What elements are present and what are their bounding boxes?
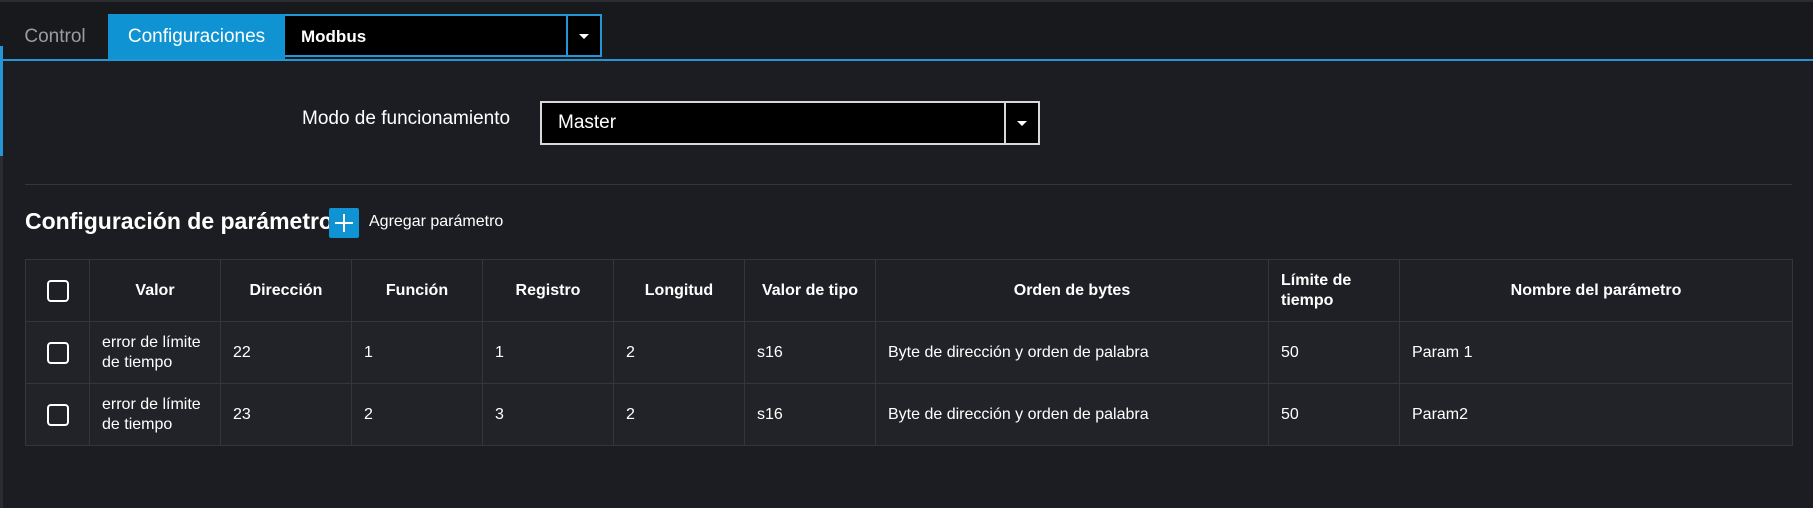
select-all-checkbox[interactable]	[46, 279, 69, 302]
left-edge-bar	[0, 156, 3, 508]
header-longitud[interactable]: Longitud	[613, 259, 745, 322]
tab-configuraciones[interactable]: Configuraciones	[108, 14, 285, 59]
params-section-title: Configuración de parámetros	[25, 208, 346, 234]
row-select-cell	[25, 321, 90, 384]
mode-select-value: Master	[558, 112, 617, 133]
cell-orden-bytes: Byte de dirección y orden de palabra	[875, 321, 1269, 384]
select-all-cell	[25, 259, 90, 322]
cell-valor-tipo: s16	[744, 321, 876, 384]
table-row[interactable]: error de límite de tiempo 23 2 3 2 s16 By…	[25, 383, 1793, 446]
cell-valor-line1: error de límite	[102, 395, 201, 413]
header-limite-tiempo[interactable]: Límite de tiempo	[1268, 259, 1400, 322]
add-parameter-label[interactable]: Agregar parámetro	[369, 213, 503, 231]
row-checkbox[interactable]	[46, 341, 69, 364]
row-select-cell	[25, 383, 90, 446]
cell-longitud: 2	[613, 321, 745, 384]
tab-control[interactable]: Control	[10, 14, 100, 59]
cell-registro: 1	[482, 321, 614, 384]
header-orden-bytes[interactable]: Orden de bytes	[875, 259, 1269, 322]
top-border	[0, 0, 1813, 2]
mode-select[interactable]: Master	[540, 101, 1040, 145]
cell-registro: 3	[482, 383, 614, 446]
header-valor[interactable]: Valor	[89, 259, 221, 322]
header-direccion[interactable]: Dirección	[220, 259, 352, 322]
header-funcion[interactable]: Función	[351, 259, 483, 322]
cell-nombre: Param2	[1399, 383, 1793, 446]
cell-valor-line1: error de límite	[102, 333, 201, 351]
cell-orden-bytes: Byte de dirección y orden de palabra	[875, 383, 1269, 446]
caret-down-icon	[579, 34, 589, 39]
cell-limite: 50	[1268, 383, 1400, 446]
plus-icon	[335, 214, 353, 232]
header-nombre[interactable]: Nombre del parámetro	[1399, 259, 1793, 322]
params-table: Valor Dirección Función Registro Longitu…	[25, 259, 1793, 446]
mode-dropdown-button[interactable]	[1004, 103, 1038, 143]
section-divider	[25, 184, 1792, 185]
cell-valor: error de límite de tiempo	[89, 321, 221, 384]
cell-valor-line2: de tiempo	[102, 353, 173, 371]
table-row[interactable]: error de límite de tiempo 22 1 1 2 s16 By…	[25, 321, 1793, 384]
header-limite-line2: tiempo	[1281, 291, 1334, 309]
top-tab-bar: Control Configuraciones Modbus	[0, 0, 1813, 61]
cell-longitud: 2	[613, 383, 745, 446]
cell-funcion: 1	[351, 321, 483, 384]
protocol-select-value: Modbus	[301, 27, 367, 46]
protocol-select[interactable]: Modbus	[285, 14, 602, 57]
cell-nombre: Param 1	[1399, 321, 1793, 384]
row-checkbox[interactable]	[46, 403, 69, 426]
protocol-dropdown-button[interactable]	[566, 16, 600, 57]
cell-valor-line2: de tiempo	[102, 415, 173, 433]
cell-valor-tipo: s16	[744, 383, 876, 446]
header-valor-tipo[interactable]: Valor de tipo	[744, 259, 876, 322]
table-header-row: Valor Dirección Función Registro Longitu…	[25, 259, 1793, 322]
cell-funcion: 2	[351, 383, 483, 446]
add-parameter-button[interactable]	[329, 208, 359, 238]
header-registro[interactable]: Registro	[482, 259, 614, 322]
cell-direccion: 23	[220, 383, 352, 446]
mode-label: Modo de funcionamiento	[302, 108, 511, 129]
cell-valor: error de límite de tiempo	[89, 383, 221, 446]
caret-down-icon	[1017, 120, 1027, 126]
cell-limite: 50	[1268, 321, 1400, 384]
left-accent-bar	[0, 46, 3, 156]
cell-direccion: 22	[220, 321, 352, 384]
header-limite-line1: Límite de	[1281, 271, 1352, 289]
